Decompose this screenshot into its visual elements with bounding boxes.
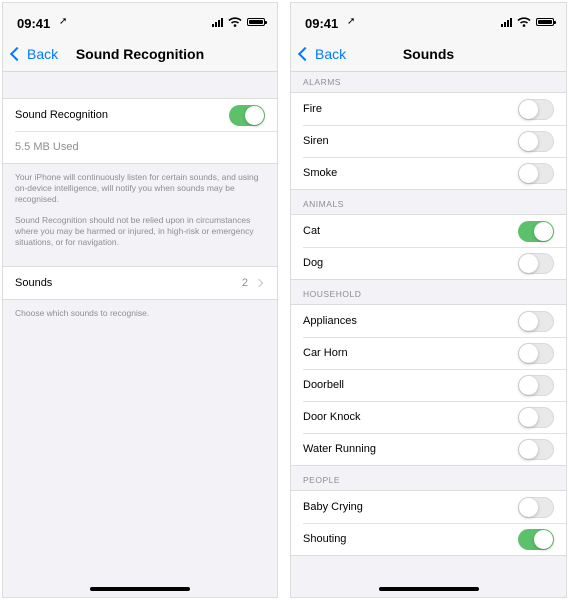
sound-label: Siren (303, 135, 329, 147)
doorbell-toggle[interactable] (518, 374, 554, 396)
status-icons (212, 17, 267, 27)
sound-label: Doorbell (303, 379, 344, 391)
sounds-screen: 09:41 ➚ Back Sounds ALARMS Fire Siren Sm… (290, 2, 567, 598)
baby-crying-toggle[interactable] (518, 496, 554, 518)
cellular-signal-icon (212, 17, 223, 27)
status-bar: 09:41 ➚ (291, 3, 566, 43)
sound-row-dog: Dog (291, 247, 566, 279)
storage-row: 5.5 MB Used (3, 131, 277, 163)
sound-label: Water Running (303, 443, 376, 455)
sounds-label: Sounds (15, 277, 53, 289)
battery-icon (247, 18, 267, 26)
status-time: 09:41 (305, 16, 339, 31)
sound-row-smoke: Smoke (291, 157, 566, 189)
sound-row-shouting: Shouting (291, 523, 566, 555)
water-running-toggle[interactable] (518, 438, 554, 460)
cat-toggle[interactable] (518, 220, 554, 242)
nav-bar: Back Sounds (291, 43, 566, 72)
footer-warning: Sound Recognition should not be relied u… (15, 215, 254, 247)
battery-icon (536, 18, 556, 26)
sound-row-doorbell: Doorbell (291, 369, 566, 401)
alarms-group: Fire Siren Smoke (291, 92, 566, 190)
dog-toggle[interactable] (518, 252, 554, 274)
sound-row-cat: Cat (291, 215, 566, 247)
sound-row-appliances: Appliances (291, 305, 566, 337)
back-button[interactable]: Back (297, 46, 346, 62)
siren-toggle[interactable] (518, 130, 554, 152)
sound-label: Shouting (303, 533, 347, 545)
section-header-people: PEOPLE (303, 475, 341, 485)
home-indicator[interactable] (90, 587, 190, 591)
sound-recognition-group: Sound Recognition 5.5 MB Used (3, 98, 277, 164)
cellular-signal-icon (501, 17, 512, 27)
shouting-toggle[interactable] (518, 528, 554, 550)
sound-label: Car Horn (303, 347, 348, 359)
sound-row-siren: Siren (291, 125, 566, 157)
sound-recognition-footer: Your iPhone will continuously listen for… (3, 164, 277, 254)
fire-toggle[interactable] (518, 98, 554, 120)
location-arrow-icon: ➚ (59, 16, 68, 27)
chevron-left-icon (9, 46, 25, 62)
sound-label: Door Knock (303, 411, 361, 423)
sound-label: Fire (303, 103, 322, 115)
location-arrow-icon: ➚ (347, 16, 356, 27)
wifi-icon (517, 17, 531, 27)
appliances-toggle[interactable] (518, 310, 554, 332)
back-label: Back (27, 46, 59, 62)
storage-used-label: 5.5 MB Used (15, 141, 79, 153)
nav-bar: Back Sound Recognition (3, 43, 277, 72)
sound-row-water-running: Water Running (291, 433, 566, 465)
sound-recognition-screen: 09:41 ➚ Back Sound Recognition Sound Rec… (2, 2, 278, 598)
sound-recognition-label: Sound Recognition (15, 109, 108, 121)
people-group: Baby Crying Shouting (291, 490, 566, 556)
sound-row-car-horn: Car Horn (291, 337, 566, 369)
household-group: Appliances Car Horn Doorbell Door Knock … (291, 304, 566, 466)
car-horn-toggle[interactable] (518, 342, 554, 364)
chevron-right-icon (254, 278, 264, 288)
sounds-count: 2 (241, 277, 248, 289)
section-header-animals: ANIMALS (303, 199, 344, 209)
sound-row-fire: Fire (291, 93, 566, 125)
back-button[interactable]: Back (9, 46, 58, 62)
sound-label: Appliances (303, 315, 357, 327)
sound-label: Dog (303, 257, 324, 269)
section-header-alarms: ALARMS (303, 77, 341, 87)
sounds-footer: Choose which sounds to recognise. (15, 308, 150, 318)
status-time: 09:41 (17, 16, 51, 31)
home-indicator[interactable] (378, 587, 479, 591)
back-label: Back (315, 46, 347, 62)
footer-description: Your iPhone will continuously listen for… (15, 172, 259, 204)
wifi-icon (228, 17, 242, 27)
status-bar: 09:41 ➚ (3, 3, 277, 43)
sounds-group: Sounds 2 (3, 266, 277, 300)
sounds-row[interactable]: Sounds 2 (3, 267, 277, 299)
sound-label: Cat (303, 225, 321, 237)
sound-label: Smoke (303, 167, 338, 179)
status-icons (501, 17, 556, 27)
sound-row-baby-crying: Baby Crying (291, 491, 566, 523)
section-header-household: HOUSEHOLD (303, 289, 362, 299)
sound-row-door-knock: Door Knock (291, 401, 566, 433)
animals-group: Cat Dog (291, 214, 566, 280)
door-knock-toggle[interactable] (518, 406, 554, 428)
smoke-toggle[interactable] (518, 162, 554, 184)
sound-label: Baby Crying (303, 501, 363, 513)
chevron-left-icon (297, 46, 313, 62)
sound-recognition-row: Sound Recognition (3, 99, 277, 131)
sound-recognition-toggle[interactable] (229, 104, 265, 126)
